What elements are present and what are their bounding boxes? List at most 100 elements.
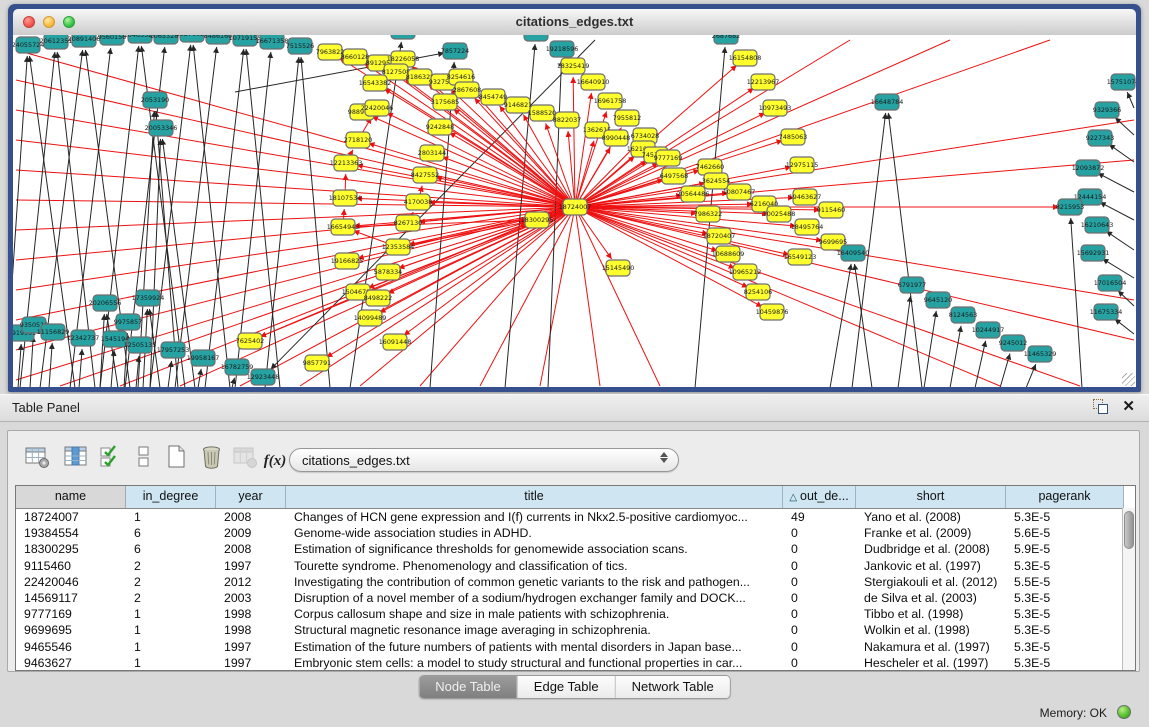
table-row[interactable]: 977716911998Corpus callosum shape and si…: [16, 606, 1135, 622]
svg-text:6791977: 6791977: [898, 281, 926, 289]
svg-text:9857791: 9857791: [303, 359, 331, 367]
new-table-icon[interactable]: [161, 442, 191, 472]
table-cell: Corpus callosum shape and size in male p…: [286, 606, 783, 622]
row-height-icon[interactable]: [128, 442, 158, 472]
table-cell: Genome-wide association studies in ADHD.: [286, 525, 783, 541]
svg-text:12975115: 12975115: [786, 161, 819, 169]
svg-text:9777169: 9777169: [654, 154, 682, 162]
table-cell: 9465546: [16, 639, 126, 655]
svg-text:6734028: 6734028: [631, 132, 659, 140]
table-cell: Yano et al. (2008): [856, 509, 1006, 525]
column-chooser-icon[interactable]: [60, 442, 90, 472]
table-cell: Changes of HCN gene expression and I(f) …: [286, 509, 783, 525]
svg-text:19166825: 19166825: [331, 257, 364, 265]
svg-text:12505135: 12505135: [124, 341, 157, 349]
table-panel-body: f(x) citations_edges.txt namein_degreeye…: [7, 430, 1140, 672]
table-cell: 2: [126, 574, 216, 590]
table-row[interactable]: 2242004622012Investigating the contribut…: [16, 574, 1135, 590]
network-canvas[interactable]: 1872400718300295796382286601288912954182…: [13, 35, 1136, 387]
svg-text:20053346: 20053346: [145, 124, 178, 132]
network-window-title: citations_edges.txt: [13, 14, 1136, 29]
column-header-pagerank[interactable]: pagerank: [1006, 486, 1124, 508]
table-cell: 5.3E-5: [1006, 655, 1124, 671]
svg-text:7857224: 7857224: [441, 47, 469, 55]
table-row[interactable]: 1456911722003Disruption of a novel membe…: [16, 590, 1135, 606]
table-row[interactable]: 946362711997Embryonic stem cells: a mode…: [16, 655, 1135, 671]
svg-text:12093872: 12093872: [1072, 164, 1105, 172]
column-header-year[interactable]: year: [216, 486, 286, 508]
graph-node[interactable]: [391, 35, 415, 39]
float-panel-icon[interactable]: [1093, 399, 1108, 414]
svg-text:18107534: 18107534: [329, 194, 362, 202]
svg-text:18300295: 18300295: [521, 216, 554, 224]
svg-text:12923448: 12923448: [247, 373, 280, 381]
column-header-name[interactable]: name: [16, 486, 126, 508]
svg-text:19218596: 19218596: [546, 45, 579, 53]
svg-text:17359924: 17359924: [132, 294, 165, 302]
table-selector-dropdown[interactable]: citations_edges.txt: [289, 448, 679, 472]
svg-text:11156829: 11156829: [37, 328, 70, 336]
svg-text:16210643: 16210643: [1081, 221, 1114, 229]
svg-text:14099489: 14099489: [354, 314, 387, 322]
svg-text:12353584: 12353584: [382, 243, 415, 251]
network-window-titlebar[interactable]: citations_edges.txt: [13, 9, 1136, 36]
table-row[interactable]: 1872400712008Changes of HCN gene express…: [16, 509, 1135, 525]
svg-text:10688609: 10688609: [712, 250, 745, 258]
table-row[interactable]: 911546021997Tourette syndrome. Phenomeno…: [16, 558, 1135, 574]
resize-grip-icon[interactable]: [1122, 373, 1135, 386]
table-scrollbar[interactable]: [1122, 508, 1135, 670]
svg-text:16154808: 16154808: [729, 54, 762, 62]
svg-text:5878334: 5878334: [374, 268, 402, 276]
svg-text:18495764: 18495764: [791, 223, 824, 231]
table-row[interactable]: 1938455462009Genome-wide association stu…: [16, 525, 1135, 541]
table-cell: 5.3E-5: [1006, 590, 1124, 606]
tab-node-table[interactable]: Node Table: [419, 676, 517, 698]
status-bar: Memory: OK: [0, 699, 1149, 727]
svg-text:9146821: 9146821: [504, 101, 532, 109]
svg-text:20891406: 20891406: [68, 35, 101, 43]
column-header-title[interactable]: title: [286, 486, 783, 508]
svg-text:8454749: 8454749: [479, 93, 507, 101]
table-cell: 1998: [216, 622, 286, 638]
svg-text:18720407: 18720407: [703, 232, 736, 240]
svg-text:8267130: 8267130: [394, 219, 422, 227]
tab-edge-table[interactable]: Edge Table: [517, 676, 615, 698]
delete-table-icon[interactable]: [196, 442, 226, 472]
select-rows-icon[interactable]: [96, 442, 126, 472]
close-panel-icon[interactable]: ✕: [1122, 399, 1135, 414]
table-tabs: Node Table Edge Table Network Table: [418, 675, 731, 699]
svg-text:9329366: 9329366: [1093, 106, 1121, 114]
tab-network-table[interactable]: Network Table: [615, 676, 730, 698]
svg-text:20206556: 20206556: [89, 299, 122, 307]
function-builder-icon[interactable]: f(x): [260, 446, 290, 476]
table-cell: Tourette syndrome. Phenomenology and cla…: [286, 558, 783, 574]
table-cell: 2009: [216, 525, 286, 541]
svg-text:9242848: 9242848: [426, 123, 454, 131]
table-cell: Embryonic stem cells: a model to study s…: [286, 655, 783, 671]
table-cell: 9777169: [16, 606, 126, 622]
column-header-out_de[interactable]: △out_de...: [783, 486, 856, 508]
svg-text:12213967: 12213967: [747, 78, 780, 86]
table-row[interactable]: 969969511998Structural magnetic resonanc…: [16, 622, 1135, 638]
citation-graph: 1872400718300295796382286601288912954182…: [13, 35, 1136, 387]
table-mode-icon[interactable]: [22, 442, 52, 472]
table-row[interactable]: 946554611997Estimation of the future num…: [16, 639, 1135, 655]
svg-text:16648784: 16648784: [871, 98, 904, 106]
svg-text:19463627: 19463627: [789, 193, 822, 201]
table-cell: 1997: [216, 639, 286, 655]
table-cell: 1997: [216, 655, 286, 671]
svg-text:6497568: 6497568: [660, 172, 688, 180]
column-header-in_degree[interactable]: in_degree: [126, 486, 216, 508]
table-row[interactable]: 1830029562008Estimation of significance …: [16, 541, 1135, 557]
column-header-short[interactable]: short: [856, 486, 1006, 508]
svg-text:9245012: 9245012: [999, 339, 1027, 347]
table-scrollbar-thumb[interactable]: [1124, 511, 1134, 549]
svg-text:7462660: 7462660: [696, 163, 724, 171]
node-table-header-row: namein_degreeyeartitle△out_de...shortpag…: [16, 486, 1135, 509]
svg-text:16961758: 16961758: [594, 97, 627, 105]
svg-text:2687682: 2687682: [712, 35, 740, 40]
svg-text:7986322: 7986322: [694, 210, 722, 218]
import-table-icon: [230, 442, 260, 472]
table-cell: Dudbridge et al. (2008): [856, 541, 1006, 557]
svg-text:15145490: 15145490: [602, 264, 635, 272]
